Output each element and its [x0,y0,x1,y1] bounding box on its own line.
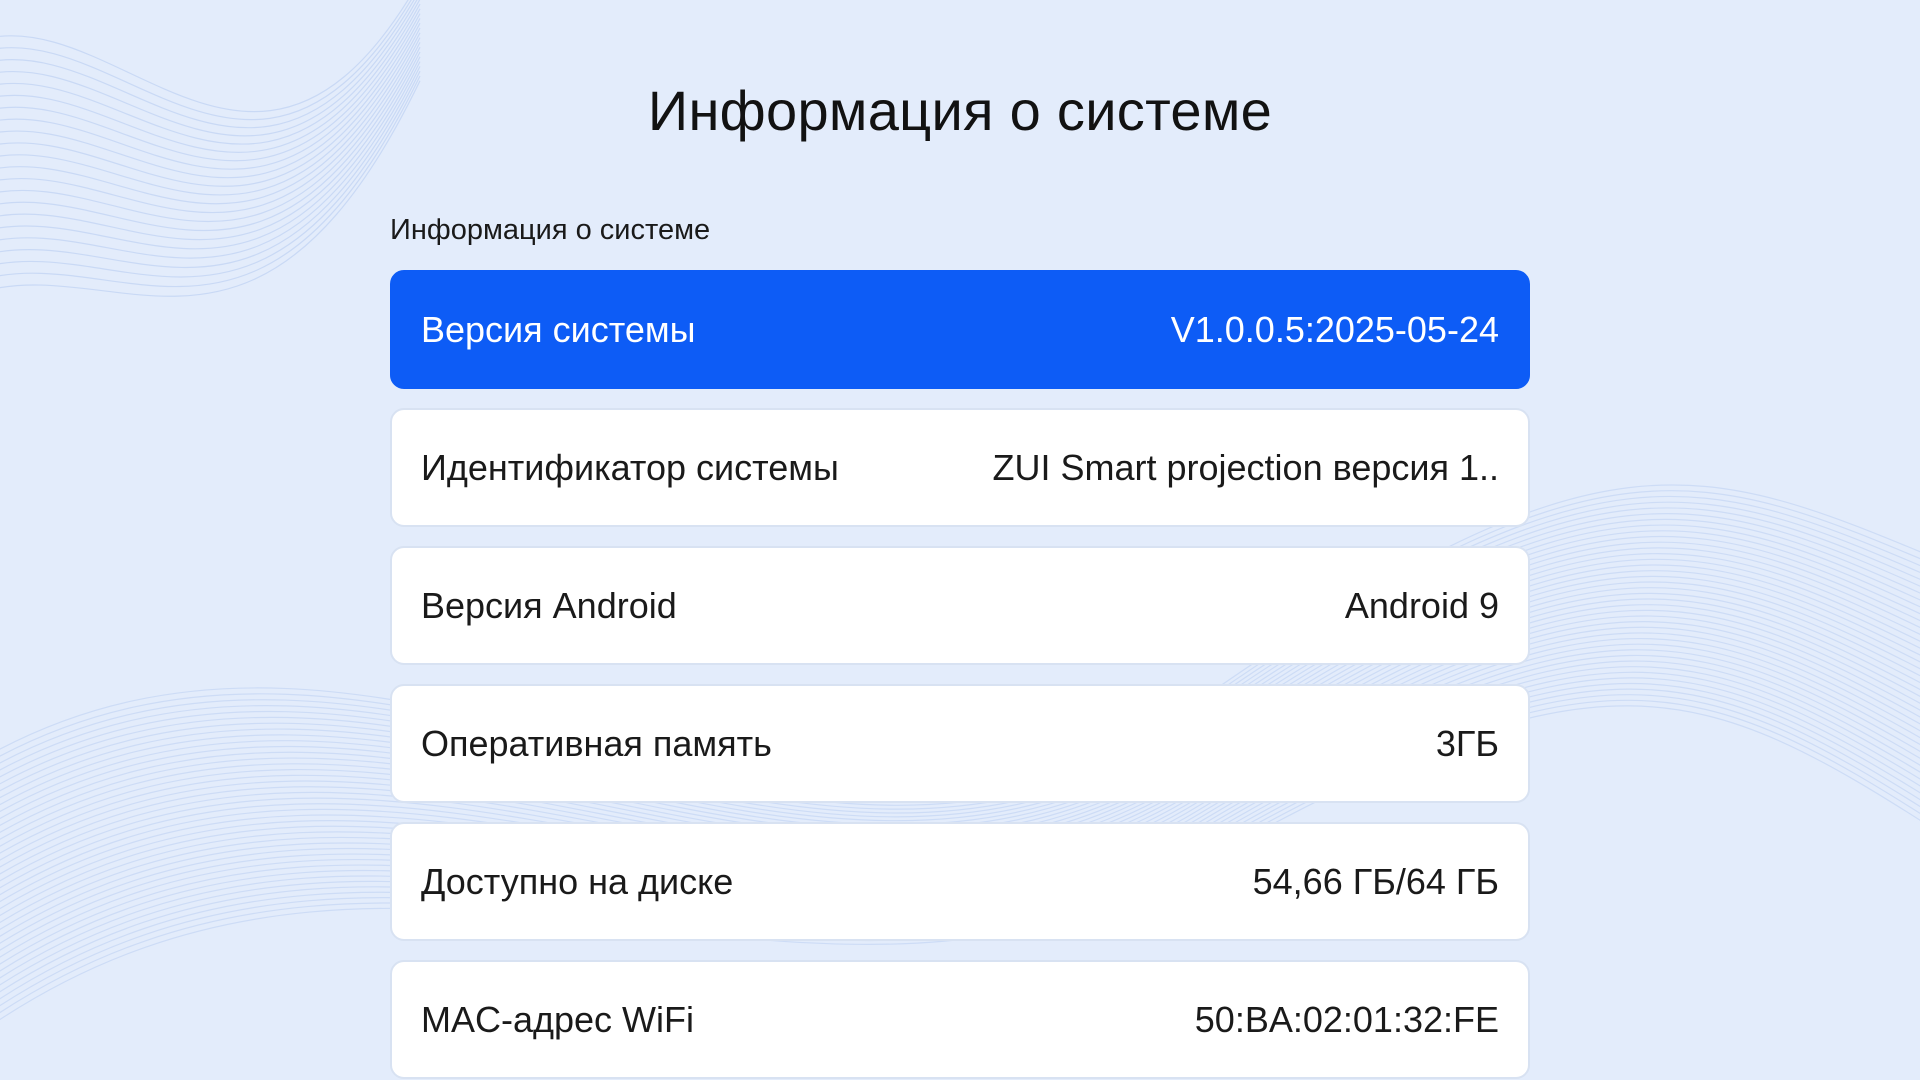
system-info-screen: Информация о системе Информация о систем… [0,0,1920,1080]
row-android-version[interactable]: Версия Android Android 9 [390,546,1530,665]
row-value: ZUI Smart projection версия 1.. [992,446,1500,488]
row-label: Идентификатор системы [421,446,839,488]
row-label: Доступно на диске [421,860,734,902]
row-wifi-mac[interactable]: MAC-адрес WiFi 50:BA:02:01:32:FE [390,960,1530,1079]
row-label: Оперативная память [421,722,772,764]
row-value: 54,66 ГБ/64 ГБ [1252,860,1499,902]
section-label: Информация о системе [390,214,711,246]
row-disk-available[interactable]: Доступно на диске 54,66 ГБ/64 ГБ [390,822,1530,941]
row-value: 3ГБ [1435,722,1499,764]
page-title: Информация о системе [647,79,1273,142]
row-value: 50:BA:02:01:32:FE [1194,998,1499,1040]
row-value: V1.0.0.5:2025-05-24 [1170,308,1499,350]
row-label: MAC-адрес WiFi [421,998,695,1040]
row-value: Android 9 [1344,584,1499,626]
row-label: Версия Android [421,584,677,626]
row-label: Версия системы [421,308,696,350]
row-ram[interactable]: Оперативная память 3ГБ [390,684,1530,803]
info-list: Версия системы V1.0.0.5:2025-05-24 Идент… [390,270,1530,1080]
row-system-version[interactable]: Версия системы V1.0.0.5:2025-05-24 [390,270,1530,389]
row-system-identifier[interactable]: Идентификатор системы ZUI Smart projecti… [390,408,1530,527]
